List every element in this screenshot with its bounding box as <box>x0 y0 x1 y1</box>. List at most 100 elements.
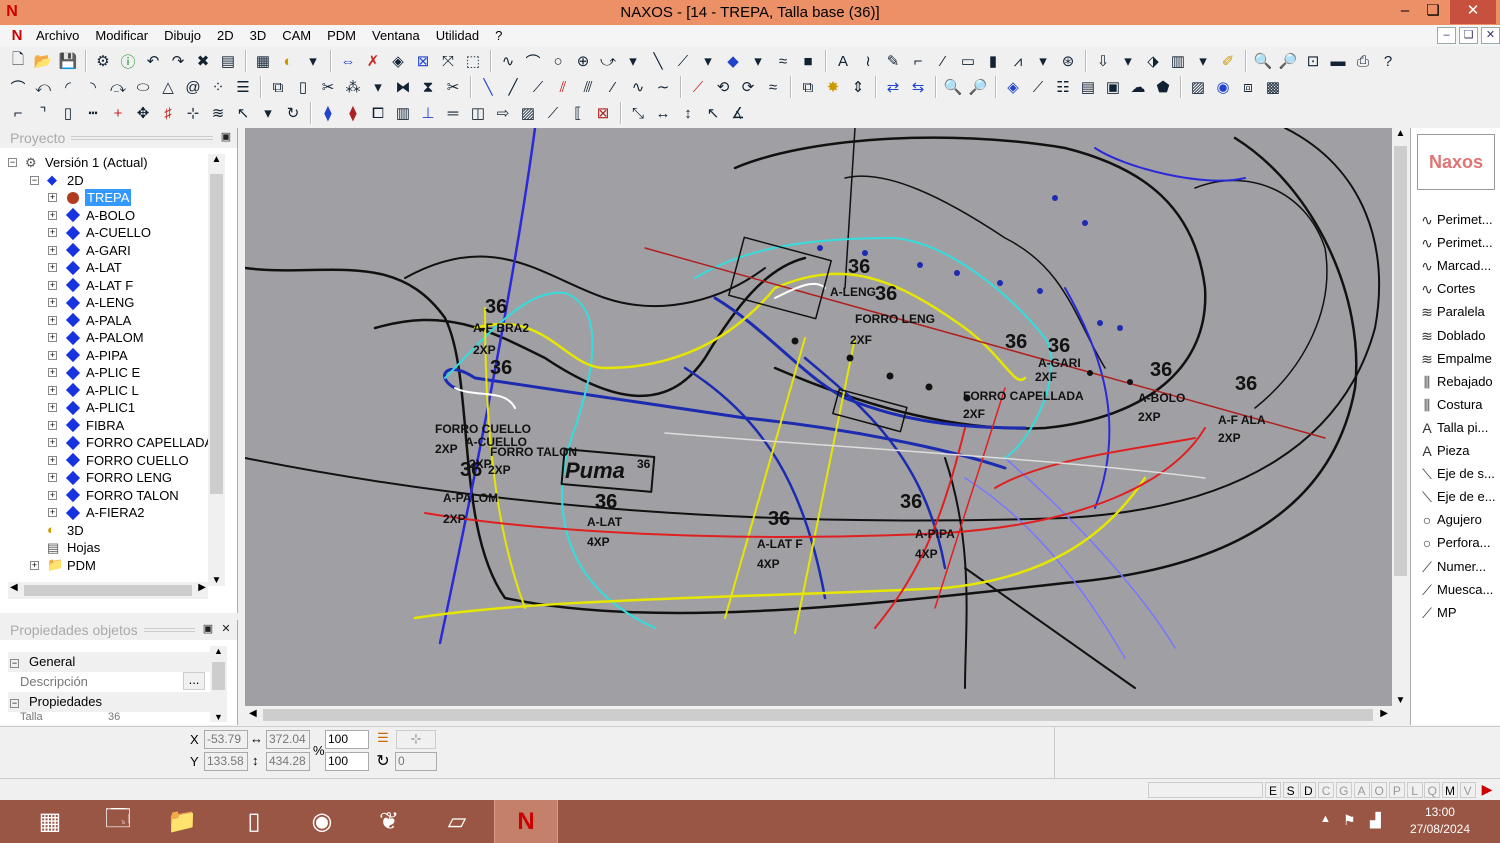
group-icon[interactable]: ⁂ <box>341 76 365 98</box>
tray-arrow-icon[interactable]: ▲ <box>1320 813 1331 825</box>
wave-tool-2-icon[interactable]: ∼ <box>651 76 675 98</box>
search-2-icon[interactable]: 🔎 <box>966 76 990 98</box>
maximize-button[interactable]: ❏ <box>1416 0 1450 24</box>
expand-icon[interactable]: + <box>48 455 57 465</box>
scribble-icon[interactable]: ≋ <box>206 102 230 124</box>
print-icon[interactable]: ⎙ <box>1351 50 1375 72</box>
vertical-dim-icon[interactable]: ↕ <box>676 102 700 124</box>
expand-icon[interactable]: + <box>48 473 57 482</box>
folder-taskbar-icon[interactable]: 📁 <box>150 800 214 843</box>
pattern-drawing[interactable]: 36A-LENG 36FORRO LENG2XF36A-F BRA22XP36FO… <box>245 128 1392 706</box>
layers-icon[interactable]: ▦ <box>251 50 275 72</box>
mdi-close-button[interactable]: ✕ <box>1481 27 1500 44</box>
snap-toggle-q[interactable]: Q <box>1424 782 1441 798</box>
snap-toggle-a[interactable]: A <box>1353 782 1370 798</box>
explode-icon[interactable]: ✸ <box>821 76 845 98</box>
scroll-right-icon[interactable]: ▶ <box>1380 708 1388 719</box>
save-icon[interactable]: 💾 <box>56 50 80 72</box>
cloud-icon[interactable]: ☁ <box>1126 76 1150 98</box>
tree-item[interactable]: + FORRO TALON <box>48 487 179 504</box>
palette-item[interactable]: ○ Agujero <box>1417 510 1482 530</box>
help-icon[interactable]: ? <box>1376 50 1400 72</box>
palette-item[interactable]: ⟍ Eje de s... <box>1417 464 1495 484</box>
diagonal-icon[interactable]: ⤡ <box>626 102 650 124</box>
snap-toggle-l[interactable]: L <box>1406 782 1423 798</box>
menu-modificar[interactable]: Modificar <box>87 26 156 46</box>
mdi-restore-button[interactable]: ❏ <box>1459 27 1478 44</box>
status-flag-icon[interactable]: ▶ <box>1477 781 1497 799</box>
tree-item[interactable]: + FORRO CAPELLADA <box>48 434 208 451</box>
corner-tool-2-icon[interactable]: ⌝ <box>31 102 55 124</box>
snap-toggle-o[interactable]: O <box>1371 782 1388 798</box>
chamfer-icon[interactable]: ◝ <box>81 76 105 98</box>
menu-pdm[interactable]: PDM <box>319 26 364 46</box>
fillet-icon[interactable]: ◜ <box>56 76 80 98</box>
table-icon[interactable]: ▤ <box>1076 76 1100 98</box>
triangle-icon[interactable]: △ <box>156 76 180 98</box>
ellipse-icon[interactable]: ⬭ <box>131 76 155 98</box>
new-file-icon[interactable]: 🗋 <box>6 50 30 72</box>
tree-item[interactable]: + A-PLIC1 <box>48 399 135 416</box>
canvas-horizontal-scrollbar[interactable]: ◀ ▶ <box>245 706 1392 724</box>
edge-4-icon[interactable]: ⁄ <box>601 76 625 98</box>
edge-2-icon[interactable]: ╱ <box>501 76 525 98</box>
palette-item[interactable]: A Talla pi... <box>1417 418 1488 438</box>
tree-item[interactable]: − ◆ 2D <box>30 172 84 189</box>
frame-icon[interactable]: ⊠ <box>411 50 435 72</box>
bucket-icon[interactable]: ▮ <box>981 50 1005 72</box>
move-cross-icon[interactable]: ✥ <box>131 102 155 124</box>
tree-item[interactable]: + A-PLIC E <box>48 364 140 381</box>
angle-field[interactable]: 0 <box>395 752 437 771</box>
dropdown-icon[interactable]: ▾ <box>746 50 770 72</box>
tree-item[interactable]: + A-PIPA <box>48 347 128 364</box>
scroll-down-icon[interactable]: ▼ <box>210 712 227 722</box>
palette-item[interactable]: ≋ Empalme <box>1417 349 1492 369</box>
rotate-ccw-icon[interactable]: ⟲ <box>711 76 735 98</box>
snap-toggle-d[interactable]: D <box>1300 782 1317 798</box>
zoom-window-icon[interactable]: ⬚ <box>461 50 485 72</box>
image-icon[interactable]: ▨ <box>1186 76 1210 98</box>
panel-grip[interactable] <box>71 136 213 140</box>
node-icon[interactable]: ◈ <box>1001 76 1025 98</box>
scrollbar-thumb[interactable] <box>1394 146 1407 576</box>
flip-icon[interactable]: ⧗ <box>416 76 440 98</box>
naxos-taskbar-icon[interactable]: N <box>494 800 558 843</box>
equals-icon[interactable]: ═ <box>441 102 465 124</box>
tree-vertical-scrollbar[interactable]: ▲ ▼ <box>208 154 225 586</box>
explorer-taskbar-icon[interactable]: 🗔 <box>86 800 150 843</box>
dropdown-icon[interactable]: ▾ <box>1031 50 1055 72</box>
tree-item[interactable]: + TREPA <box>48 189 132 206</box>
tree-item[interactable]: + 📁 PDM <box>30 557 96 574</box>
undo-icon[interactable]: ↶ <box>141 50 165 72</box>
arc-tool-2-icon[interactable]: ⤺ <box>31 76 55 98</box>
angle-icon[interactable]: ∡ <box>726 102 750 124</box>
menu-3d[interactable]: 3D <box>242 26 275 46</box>
zigzag-icon[interactable]: ⩘ <box>1006 50 1030 72</box>
tree-item[interactable]: +▤Hojas <box>30 539 100 556</box>
tree-item[interactable]: + A-LAT F <box>48 277 133 294</box>
tree-item[interactable]: + A-PLIC L <box>48 382 139 399</box>
spiral-icon[interactable]: @ <box>181 76 205 98</box>
properties-scrollbar[interactable]: ▲ ▼ <box>210 646 227 722</box>
calculator-taskbar-icon[interactable]: ▦ <box>18 800 82 843</box>
horizontal-dim-icon[interactable]: ↔ <box>651 102 675 124</box>
general-section[interactable]: − General <box>8 652 210 672</box>
expand-icon[interactable]: + <box>30 560 39 570</box>
scroll-up-icon[interactable]: ▲ <box>210 646 227 656</box>
zoom-out-icon[interactable]: 🔎 <box>1276 50 1300 72</box>
expand-icon[interactable]: + <box>48 403 57 412</box>
bracket-icon[interactable]: ⟦ <box>566 102 590 124</box>
rotate-shape-icon[interactable]: ⬗ <box>1141 50 1165 72</box>
block-icon[interactable]: ■ <box>796 50 820 72</box>
pin-icon[interactable]: ⊥ <box>416 102 440 124</box>
snap-toggle-c[interactable]: C <box>1318 782 1335 798</box>
collapse-icon[interactable]: − <box>10 659 19 668</box>
stitch-icon[interactable]: ⫽ <box>551 76 575 98</box>
notes-taskbar-icon[interactable]: ▱ <box>425 800 489 843</box>
cross-box-icon[interactable]: ⊠ <box>591 102 615 124</box>
tree-item[interactable]: + A-FIERA2 <box>48 504 145 521</box>
expand-icon[interactable]: + <box>48 438 57 447</box>
expand-icon[interactable]: + <box>48 263 57 272</box>
palette-item[interactable]: ∿ Perimet... <box>1417 233 1493 253</box>
menu-cam[interactable]: CAM <box>274 26 319 46</box>
